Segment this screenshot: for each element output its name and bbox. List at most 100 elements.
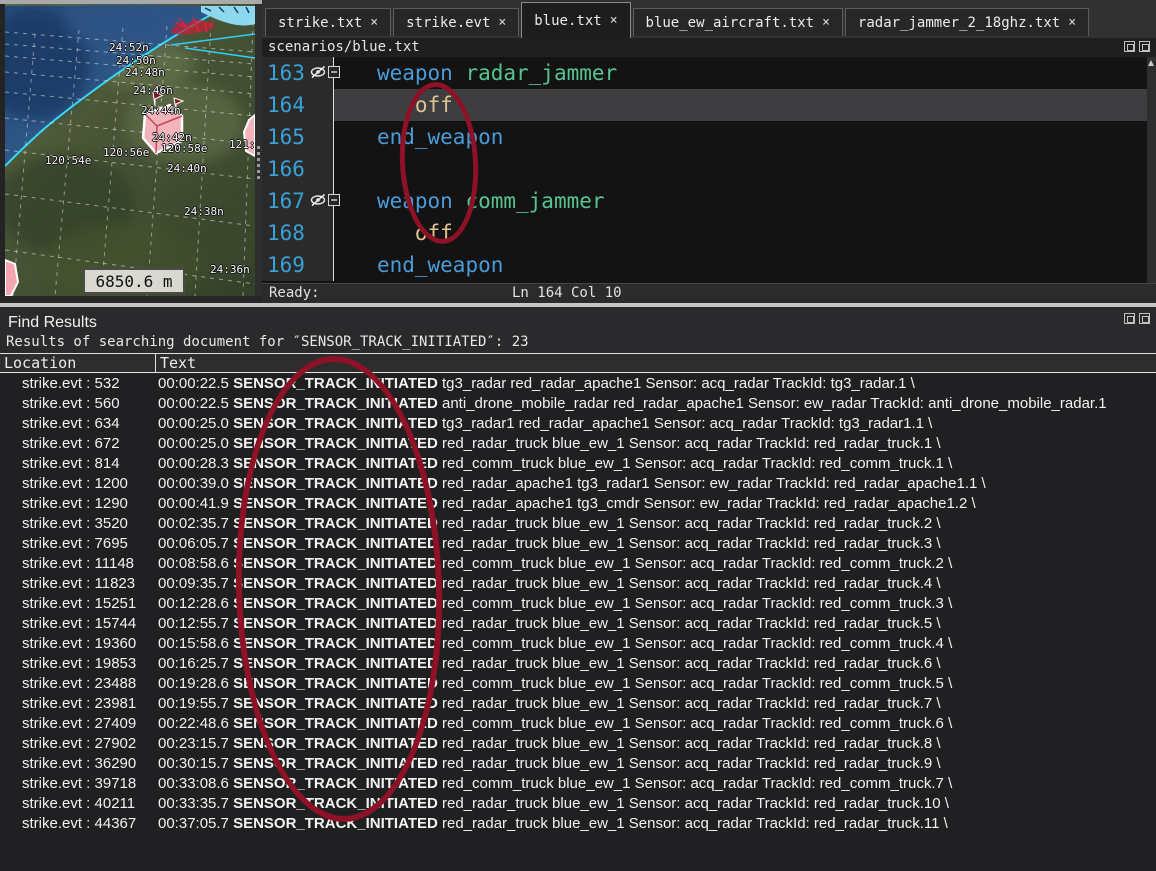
line-number: 163 (262, 57, 334, 89)
result-row[interactable]: strike.evt : 769500:06:05.7 SENSOR_TRACK… (0, 534, 1156, 554)
find-results-panel: Find Results Results of searching docume… (0, 307, 1156, 871)
result-location: strike.evt : 15744 (0, 614, 158, 634)
result-row[interactable]: strike.evt : 81400:00:28.3 SENSOR_TRACK_… (0, 454, 1156, 474)
maximize-icon[interactable] (1139, 41, 1150, 52)
result-text: 00:00:25.0 SENSOR_TRACK_INITIATED red_ra… (158, 434, 1156, 454)
editor-status-bar: Ready: Ln 164 Col 10 (262, 283, 1156, 303)
vertical-splitter[interactable] (255, 4, 262, 303)
result-row[interactable]: strike.evt : 2790200:23:15.7 SENSOR_TRAC… (0, 734, 1156, 754)
result-location: strike.evt : 39718 (0, 774, 158, 794)
result-row[interactable]: strike.evt : 129000:00:41.9 SENSOR_TRACK… (0, 494, 1156, 514)
maximize-icon[interactable] (1139, 313, 1150, 324)
tab-bar: strike.txt×strike.evt×blue.txt×blue_ew_a… (262, 0, 1156, 38)
result-location: strike.evt : 23981 (0, 694, 158, 714)
coordinate-label: 24:44n (141, 104, 181, 117)
tab-blue_ew_aircraft.txt[interactable]: blue_ew_aircraft.txt × (633, 8, 843, 36)
code-text: end_weapon (334, 249, 1156, 281)
tab-close-icon[interactable]: × (498, 15, 506, 30)
tab-label: blue_ew_aircraft.txt (646, 15, 815, 31)
result-text: 00:09:35.7 SENSOR_TRACK_INITIATED red_ra… (158, 574, 1156, 594)
code-line[interactable]: 167 weapon comm_jammer (262, 185, 1156, 217)
result-row[interactable]: strike.evt : 1985300:16:25.7 SENSOR_TRAC… (0, 654, 1156, 674)
result-text: 00:19:28.6 SENSOR_TRACK_INITIATED red_co… (158, 674, 1156, 694)
result-location: strike.evt : 40211 (0, 794, 158, 814)
result-location: strike.evt : 27902 (0, 734, 158, 754)
code-line[interactable]: 168 off (262, 217, 1156, 249)
code-line[interactable]: 166 (262, 153, 1156, 185)
code-line[interactable]: 164 off (262, 89, 1156, 121)
result-row[interactable]: strike.evt : 4436700:37:05.7 SENSOR_TRAC… (0, 814, 1156, 834)
results-header: Location Text (0, 353, 1156, 373)
result-row[interactable]: strike.evt : 352000:02:35.7 SENSOR_TRACK… (0, 514, 1156, 534)
tab-label: strike.evt (406, 15, 490, 31)
coordinate-label: 24:48n (125, 66, 165, 79)
result-location: strike.evt : 3520 (0, 514, 158, 534)
result-text: 00:16:25.7 SENSOR_TRACK_INITIATED red_ra… (158, 654, 1156, 674)
restore-icon[interactable] (1124, 41, 1135, 52)
result-row[interactable]: strike.evt : 1936000:15:58.6 SENSOR_TRAC… (0, 634, 1156, 654)
result-row[interactable]: strike.evt : 2398100:19:55.7 SENSOR_TRAC… (0, 694, 1156, 714)
result-row[interactable]: strike.evt : 53200:00:22.5 SENSOR_TRACK_… (0, 374, 1156, 394)
column-divider[interactable] (155, 354, 156, 372)
visibility-off-icon[interactable] (310, 193, 328, 207)
coordinate-label: 120:58e (161, 142, 207, 155)
result-text: 00:12:28.6 SENSOR_TRACK_INITIATED red_co… (158, 594, 1156, 614)
line-number: 164 (262, 89, 334, 121)
tab-radar_jammer_2_18ghz.txt[interactable]: radar_jammer_2_18ghz.txt× (845, 8, 1089, 36)
result-text: 00:08:58.6 SENSOR_TRACK_INITIATED red_co… (158, 554, 1156, 574)
code-line[interactable]: 165 end_weapon (262, 121, 1156, 153)
code-text: off (334, 217, 1156, 249)
result-text: 00:33:35.7 SENSOR_TRACK_INITIATED red_ra… (158, 794, 1156, 814)
tab-close-icon[interactable]: × (610, 13, 618, 28)
code-line[interactable]: 163 weapon radar_jammer (262, 57, 1156, 89)
map-viewport[interactable]: 24:52n24:50n24:48n24:46n24:44n24:42n24:4… (5, 4, 255, 296)
map-bottom-gap (0, 296, 262, 303)
tab-close-icon[interactable]: × (822, 15, 830, 30)
file-path-bar: scenarios/blue.txt (262, 38, 1156, 57)
result-row[interactable]: strike.evt : 4021100:33:35.7 SENSOR_TRAC… (0, 794, 1156, 814)
fold-collapse-icon[interactable] (328, 66, 340, 78)
tab-close-icon[interactable]: × (1068, 15, 1076, 30)
result-row[interactable]: strike.evt : 56000:00:22.5 SENSOR_TRACK_… (0, 394, 1156, 414)
code-lines: 163 weapon radar_jammer164 off165 end_we… (262, 57, 1156, 281)
app-window: 24:52n24:50n24:48n24:46n24:44n24:42n24:4… (0, 0, 1156, 871)
result-row[interactable]: strike.evt : 3629000:30:15.7 SENSOR_TRAC… (0, 754, 1156, 774)
result-row[interactable]: strike.evt : 1182300:09:35.7 SENSOR_TRAC… (0, 574, 1156, 594)
map-scale-box: 6850.6 m (83, 268, 185, 294)
result-location: strike.evt : 11823 (0, 574, 158, 594)
result-location: strike.evt : 19360 (0, 634, 158, 654)
result-row[interactable]: strike.evt : 2348800:19:28.6 SENSOR_TRAC… (0, 674, 1156, 694)
result-row[interactable]: strike.evt : 1114800:08:58.6 SENSOR_TRAC… (0, 554, 1156, 574)
code-editor[interactable]: 163 weapon radar_jammer164 off165 end_we… (262, 57, 1156, 283)
line-number: 169 (262, 249, 334, 281)
result-row[interactable]: strike.evt : 1525100:12:28.6 SENSOR_TRAC… (0, 594, 1156, 614)
result-location: strike.evt : 27409 (0, 714, 158, 734)
tab-close-icon[interactable]: × (370, 15, 378, 30)
column-header-location[interactable]: Location (4, 354, 76, 372)
result-text: 00:15:58.6 SENSOR_TRACK_INITIATED red_co… (158, 634, 1156, 654)
restore-icon[interactable] (1124, 313, 1135, 324)
result-text: 00:12:55.7 SENSOR_TRACK_INITIATED red_ra… (158, 614, 1156, 634)
tab-blue.txt[interactable]: blue.txt× (521, 2, 630, 38)
result-row[interactable]: strike.evt : 1574400:12:55.7 SENSOR_TRAC… (0, 614, 1156, 634)
fold-collapse-icon[interactable] (328, 194, 340, 206)
result-location: strike.evt : 634 (0, 414, 158, 434)
result-row[interactable]: strike.evt : 63400:00:25.0 SENSOR_TRACK_… (0, 414, 1156, 434)
result-row[interactable]: strike.evt : 3971800:33:08.6 SENSOR_TRAC… (0, 774, 1156, 794)
column-header-text[interactable]: Text (160, 354, 196, 372)
tab-strike.txt[interactable]: strike.txt× (265, 8, 391, 36)
editor-scrollbar[interactable] (1147, 57, 1156, 283)
result-text: 00:30:15.7 SENSOR_TRACK_INITIATED red_ra… (158, 754, 1156, 774)
results-list: strike.evt : 53200:00:22.5 SENSOR_TRACK_… (0, 374, 1156, 871)
result-text: 00:00:25.0 SENSOR_TRACK_INITIATED tg3_ra… (158, 414, 1156, 434)
result-row[interactable]: strike.evt : 2740900:22:48.6 SENSOR_TRAC… (0, 714, 1156, 734)
code-line[interactable]: 169 end_weapon (262, 249, 1156, 281)
result-row[interactable]: strike.evt : 120000:00:39.0 SENSOR_TRACK… (0, 474, 1156, 494)
result-row[interactable]: strike.evt : 67200:00:25.0 SENSOR_TRACK_… (0, 434, 1156, 454)
code-text: off (334, 89, 1156, 121)
tab-strike.evt[interactable]: strike.evt × (393, 8, 519, 36)
result-text: 00:23:15.7 SENSOR_TRACK_INITIATED red_ra… (158, 734, 1156, 754)
coordinate-label: 24:52n (109, 41, 149, 54)
scroll-up-icon[interactable] (1148, 60, 1154, 66)
visibility-off-icon[interactable] (310, 65, 328, 79)
